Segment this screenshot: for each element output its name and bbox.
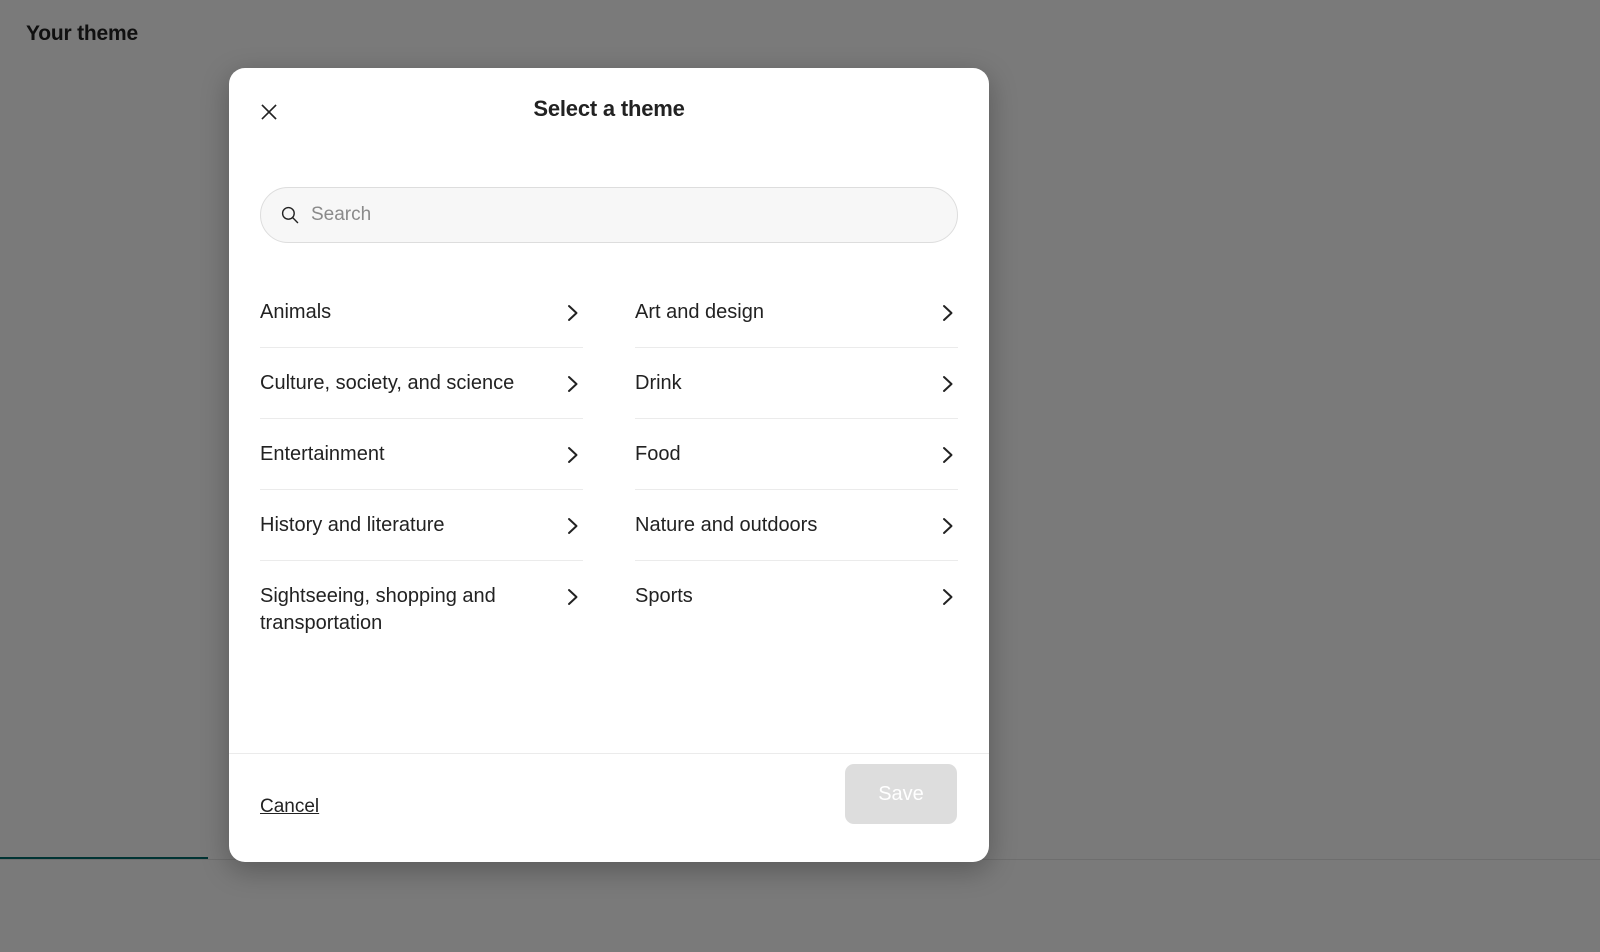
modal-title: Select a theme (533, 96, 685, 121)
theme-item[interactable]: Art and design (635, 277, 958, 347)
theme-item[interactable]: Food (635, 419, 958, 489)
select-theme-modal: Select a theme Animals Art and design Cult… (229, 68, 989, 862)
theme-item-label: Culture, society, and science (260, 372, 515, 394)
theme-item[interactable]: Nature and outdoors (635, 490, 958, 560)
modal-body: Animals Art and design Culture, society, a… (229, 154, 989, 753)
app-root: Your theme s will enjoy. Back 19 items t… (0, 0, 1600, 952)
theme-item[interactable]: Sports (635, 561, 958, 631)
theme-item-label: Entertainment (260, 443, 385, 465)
theme-item[interactable]: Entertainment (260, 419, 583, 489)
theme-item-label: Nature and outdoors (635, 514, 818, 536)
save-button[interactable]: Save (845, 764, 957, 824)
cancel-button[interactable]: Cancel (260, 796, 319, 818)
chevron-right-icon (563, 303, 583, 323)
theme-item[interactable]: Drink (635, 348, 958, 418)
theme-cell: Animals (260, 277, 583, 348)
theme-cell: Sports (635, 561, 958, 658)
theme-item[interactable]: Sightseeing, shopping and transportation (260, 561, 583, 658)
chevron-right-icon (938, 303, 958, 323)
chevron-right-icon (938, 516, 958, 536)
modal-footer: Cancel Save (229, 753, 989, 862)
theme-cell: Art and design (635, 277, 958, 348)
theme-item-label: Art and design (635, 301, 764, 323)
chevron-right-icon (563, 374, 583, 394)
chevron-right-icon (938, 587, 958, 607)
search-field-wrapper (260, 187, 958, 243)
theme-category-grid: Animals Art and design Culture, society, a… (260, 277, 958, 658)
chevron-right-icon (563, 587, 583, 607)
chevron-right-icon (938, 445, 958, 465)
chevron-right-icon (938, 374, 958, 394)
chevron-right-icon (563, 445, 583, 465)
theme-cell: Entertainment (260, 419, 583, 490)
theme-item-label: Drink (635, 372, 682, 394)
theme-cell: History and literature (260, 490, 583, 561)
chevron-right-icon (563, 516, 583, 536)
theme-cell: Drink (635, 348, 958, 419)
search-input[interactable] (311, 204, 939, 226)
search-box[interactable] (260, 187, 958, 243)
theme-cell: Food (635, 419, 958, 490)
theme-item-label: Sightseeing, shopping and transportation (260, 585, 496, 634)
theme-item-label: Animals (260, 301, 332, 323)
theme-cell: Culture, society, and science (260, 348, 583, 419)
search-icon (279, 204, 301, 226)
theme-cell: Sightseeing, shopping and transportation (260, 561, 583, 658)
theme-cell: Nature and outdoors (635, 490, 958, 561)
theme-item-label: History and literature (260, 514, 445, 536)
theme-item[interactable]: Animals (260, 277, 583, 347)
theme-item[interactable]: History and literature (260, 490, 583, 560)
theme-item-label: Sports (635, 585, 693, 607)
theme-item[interactable]: Culture, society, and science (260, 348, 583, 418)
modal-header: Select a theme (229, 68, 989, 154)
theme-item-label: Food (635, 443, 681, 465)
